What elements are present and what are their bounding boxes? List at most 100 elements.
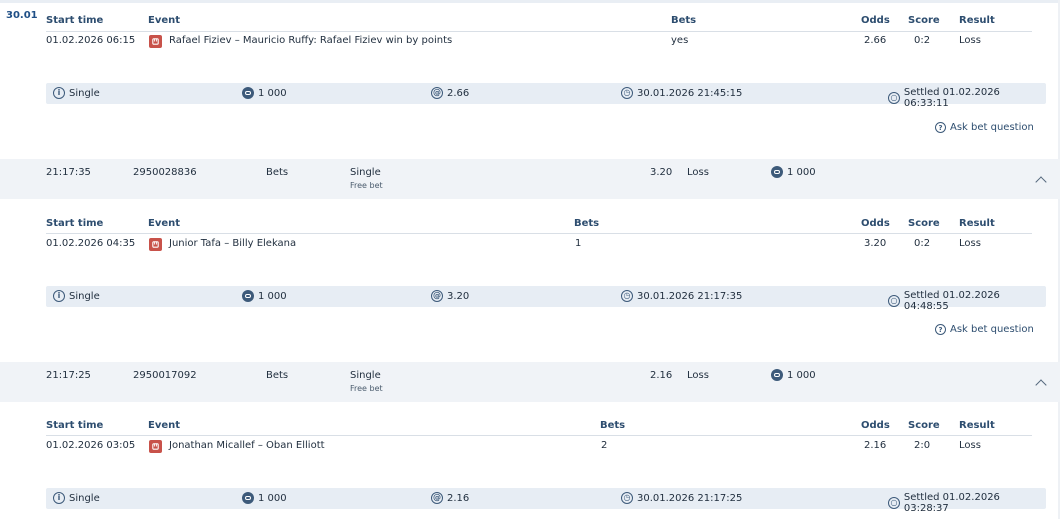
start-time-value: 01.02.2026 04:35 xyxy=(46,238,136,249)
bet-selection: 1 xyxy=(575,238,582,249)
score-value: 0:2 xyxy=(914,35,931,46)
info-icon: i xyxy=(53,87,65,99)
summary-time: 21:17:35 xyxy=(46,167,91,178)
coin-icon xyxy=(242,492,254,504)
col-event: Event xyxy=(148,420,181,431)
summary-stake: 1 000 xyxy=(787,369,816,381)
total-odds: 2.66 xyxy=(447,87,470,99)
at-odds-icon: @ xyxy=(431,492,443,504)
summary-stake: 1 000 xyxy=(787,166,816,178)
col-bets: Bets xyxy=(600,420,626,431)
bet-summary-row-3[interactable]: 21:17:25 2950017092 Bets Single Free bet… xyxy=(0,362,1060,402)
coin-icon xyxy=(771,369,783,381)
clock-icon: ◷ xyxy=(621,492,633,504)
col-result: Result xyxy=(959,15,995,26)
col-odds: Odds xyxy=(861,420,890,431)
settled-time: Settled 01.02.2026 04:48:55 xyxy=(903,290,1000,312)
top-divider xyxy=(0,0,1060,3)
mma-glove-icon xyxy=(149,440,162,453)
result-value: Loss xyxy=(959,238,981,249)
result-value: Loss xyxy=(959,440,981,451)
stake-amount: 1 000 xyxy=(258,492,287,504)
summary-label: Bets xyxy=(266,167,289,178)
info-icon: i xyxy=(53,492,65,504)
mma-glove-icon xyxy=(149,238,162,251)
event-name[interactable]: Jonathan Micallef – Oban Elliott xyxy=(169,440,325,451)
col-start-time: Start time xyxy=(46,218,104,229)
summary-result: Loss xyxy=(687,167,709,178)
coin-icon xyxy=(242,87,254,99)
info-icon: i xyxy=(53,290,65,302)
summary-label: Bets xyxy=(266,370,289,381)
date-group-label: 30.01 xyxy=(6,10,38,21)
col-score: Score xyxy=(908,15,940,26)
col-odds: Odds xyxy=(861,218,890,229)
result-value: Loss xyxy=(959,35,981,46)
col-odds: Odds xyxy=(861,15,890,26)
at-odds-icon: @ xyxy=(431,290,443,302)
placed-time: 30.01.2026 21:17:25 xyxy=(637,492,743,504)
collapse-chevron-icon[interactable] xyxy=(1035,176,1047,188)
summary-bet-id: 2950028836 xyxy=(133,167,197,178)
col-start-time: Start time xyxy=(46,15,104,26)
summary-type: Single xyxy=(350,167,381,178)
summary-bet-id: 2950017092 xyxy=(133,370,197,381)
col-event: Event xyxy=(148,15,181,26)
ask-bet-question-button[interactable]: ? Ask bet question xyxy=(935,122,1034,133)
event-name[interactable]: Rafael Fiziev – Mauricio Ruffy: Rafael F… xyxy=(169,35,452,46)
bet-type: Single xyxy=(69,87,100,99)
at-odds-icon: @ xyxy=(431,87,443,99)
odds-value: 2.66 xyxy=(864,35,887,46)
header-divider xyxy=(46,31,1032,32)
settled-icon: ○ xyxy=(888,295,900,307)
question-icon: ? xyxy=(935,122,946,133)
start-time-value: 01.02.2026 06:15 xyxy=(46,35,136,46)
col-result: Result xyxy=(959,218,995,229)
event-name[interactable]: Junior Tafa – Billy Elekana xyxy=(169,238,296,249)
col-bets: Bets xyxy=(671,15,697,26)
bet-info-bar: i Single 1 000 @2.16 ◷ 30.01.2026 21:17:25… xyxy=(46,488,1046,514)
settled-icon: ○ xyxy=(888,497,900,509)
bet-type: Single xyxy=(69,290,100,302)
stake-amount: 1 000 xyxy=(258,290,287,302)
coin-icon xyxy=(771,166,783,178)
col-start-time: Start time xyxy=(46,420,104,431)
settled-time: Settled 01.02.2026 03:28:37 xyxy=(903,492,1000,514)
bet-info-bar: i Single 1 000 @3.20 ◷ 30.01.2026 21:17:35… xyxy=(46,286,1046,312)
total-odds: 2.16 xyxy=(447,492,470,504)
clock-icon: ◷ xyxy=(621,87,633,99)
col-event: Event xyxy=(148,218,181,229)
score-value: 0:2 xyxy=(914,238,931,249)
score-value: 2:0 xyxy=(914,440,931,451)
settled-time: Settled 01.02.2026 06:33:11 xyxy=(903,87,1000,109)
bet-selection: yes xyxy=(671,35,689,46)
placed-time: 30.01.2026 21:17:35 xyxy=(637,290,743,302)
col-score: Score xyxy=(908,218,940,229)
odds-value: 2.16 xyxy=(864,440,887,451)
total-odds: 3.20 xyxy=(447,290,470,302)
col-score: Score xyxy=(908,420,940,431)
summary-subtype: Free bet xyxy=(350,384,383,393)
header-divider xyxy=(46,435,1032,436)
odds-value: 3.20 xyxy=(864,238,887,249)
collapse-chevron-icon[interactable] xyxy=(1035,379,1047,391)
start-time-value: 01.02.2026 03:05 xyxy=(46,440,136,451)
summary-type: Single xyxy=(350,370,381,381)
question-icon: ? xyxy=(935,324,946,335)
bet-info-bar: i Single 1 000 @2.66 ◷ 30.01.2026 21:45:15… xyxy=(46,83,1046,109)
bet-summary-row-2[interactable]: 21:17:35 2950028836 Bets Single Free bet… xyxy=(0,159,1060,199)
ask-bet-question-button[interactable]: ? Ask bet question xyxy=(935,324,1034,335)
placed-time: 30.01.2026 21:45:15 xyxy=(637,87,743,99)
mma-glove-icon xyxy=(149,35,162,48)
bet-selection: 2 xyxy=(601,440,608,451)
clock-icon: ◷ xyxy=(621,290,633,302)
header-divider xyxy=(46,233,1032,234)
bet-type: Single xyxy=(69,492,100,504)
stake-amount: 1 000 xyxy=(258,87,287,99)
summary-odds: 3.20 xyxy=(650,167,673,178)
col-result: Result xyxy=(959,420,995,431)
col-bets: Bets xyxy=(574,218,600,229)
settled-icon: ○ xyxy=(888,92,900,104)
summary-result: Loss xyxy=(687,370,709,381)
coin-icon xyxy=(242,290,254,302)
